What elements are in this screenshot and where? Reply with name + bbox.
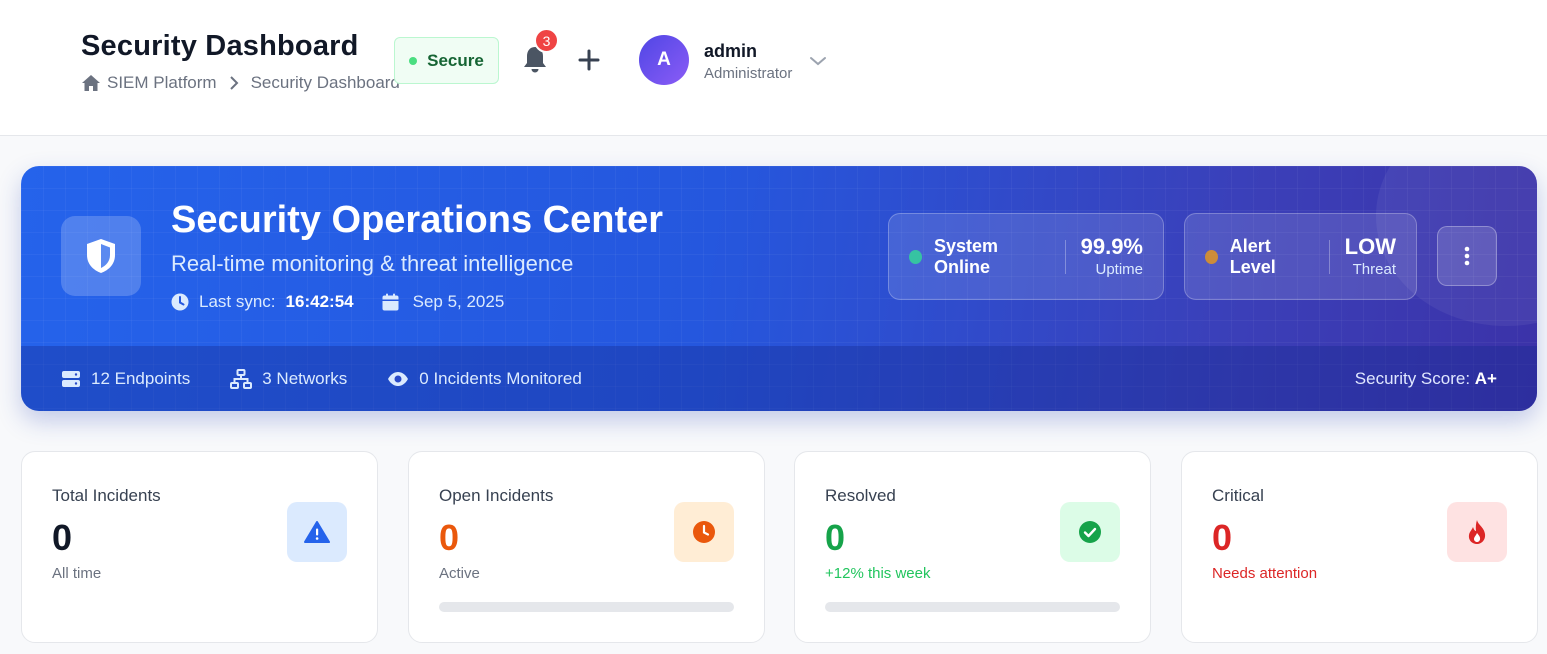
check-circle-icon [1079, 521, 1101, 543]
security-score-value: A+ [1474, 368, 1497, 388]
last-sync-time: 16:42:54 [285, 292, 354, 311]
user-name: admin [704, 41, 758, 61]
total-incidents-card[interactable]: Total Incidents 0 All time [21, 451, 378, 643]
progress-bar [825, 602, 1120, 612]
card-label: Open Incidents [439, 486, 554, 505]
more-vertical-icon [1464, 246, 1470, 266]
chevron-right-icon [229, 76, 239, 90]
fire-icon [1468, 520, 1486, 544]
alert-level-value: LOW [1344, 233, 1396, 259]
chevron-down-icon [810, 57, 826, 66]
server-icon [62, 370, 80, 387]
card-label: Resolved [825, 486, 896, 505]
security-score-label: Security Score: [1354, 368, 1471, 388]
open-incidents-card[interactable]: Open Incidents 0 Active [408, 451, 765, 643]
card-subtext: +12% this week [825, 565, 931, 582]
current-date: Sep 5, 2025 [412, 292, 505, 311]
endpoints-label: 12 Endpoints [91, 368, 191, 388]
user-role: Administrator [704, 65, 793, 82]
alert-level-caption: Threat [1352, 260, 1396, 278]
status-dot-icon [409, 56, 418, 65]
hero-icon-box [61, 216, 141, 296]
card-label: Total Incidents [52, 486, 161, 505]
incidents-monitored-stat: 0 Incidents Monitored [387, 369, 582, 389]
clock-icon [171, 293, 189, 311]
card-value: 0 [52, 517, 73, 558]
divider [1064, 239, 1066, 274]
card-icon-box [1447, 502, 1507, 562]
system-status-pill: System Online 99.9% Uptime [888, 213, 1164, 300]
card-subtext: Active [439, 565, 480, 582]
card-label: Critical [1212, 486, 1264, 505]
soc-hero-banner: Security Operations Center Real-time mon… [21, 166, 1537, 411]
uptime-caption: Uptime [1095, 260, 1143, 278]
card-subtext: Needs attention [1212, 565, 1318, 582]
incidents-monitored-label: 0 Incidents Monitored [419, 368, 582, 388]
breadcrumb-current: Security Dashboard [250, 73, 400, 92]
notification-count-badge: 3 [534, 28, 559, 53]
uptime-value: 99.9% [1080, 233, 1143, 259]
home-icon[interactable] [81, 74, 101, 92]
hero-footer: 12 Endpoints 3 Networks 0 Incidents Moni… [21, 346, 1537, 411]
hero-title: Security Operations Center [171, 199, 664, 241]
card-value: 0 [439, 517, 460, 558]
network-icon [230, 368, 253, 389]
secure-status-badge: Secure [394, 37, 499, 84]
secure-status-label: Secure [427, 50, 484, 70]
breadcrumb-root[interactable]: SIEM Platform [107, 73, 217, 93]
shield-icon [87, 239, 115, 273]
critical-card[interactable]: Critical 0 Needs attention [1181, 451, 1538, 643]
card-icon-box [1060, 502, 1120, 562]
system-online-dot-icon [909, 249, 922, 264]
alert-level-label: Alert Level [1229, 235, 1276, 277]
more-options-button[interactable] [1437, 226, 1497, 286]
card-icon-box [674, 502, 734, 562]
card-subtext: All time [52, 565, 102, 582]
card-icon-box [287, 502, 347, 562]
user-menu-toggle[interactable] [808, 53, 828, 69]
page-title: Security Dashboard [81, 30, 359, 62]
warning-icon [304, 521, 330, 543]
breadcrumb: SIEM Platform Security Dashboard [81, 73, 400, 93]
progress-bar [439, 602, 734, 612]
endpoints-stat: 12 Endpoints [61, 369, 190, 389]
card-value: 0 [825, 517, 846, 558]
add-button[interactable] [576, 46, 602, 74]
last-sync-label: Last sync: [199, 292, 276, 311]
resolved-card[interactable]: Resolved 0 +12% this week [794, 451, 1151, 643]
avatar[interactable]: A [639, 35, 689, 85]
divider [1328, 239, 1330, 274]
hero-subtitle: Real-time monitoring & threat intelligen… [171, 251, 574, 276]
security-score: Security Score: A+ [1355, 369, 1497, 389]
top-header: Security Dashboard SIEM Platform Securit… [0, 0, 1547, 136]
hero-meta: Last sync: 16:42:54 Sep 5, 2025 [171, 292, 504, 312]
alert-dot-icon [1205, 249, 1218, 264]
alert-level-pill: Alert Level LOW Threat [1184, 213, 1417, 300]
system-status-label: System Online [933, 235, 998, 277]
eye-icon [388, 371, 409, 386]
plus-icon [578, 49, 600, 71]
card-value: 0 [1212, 517, 1233, 558]
networks-label: 3 Networks [262, 368, 348, 388]
calendar-icon [382, 293, 399, 311]
networks-stat: 3 Networks [230, 368, 348, 389]
clock-icon [693, 521, 715, 543]
